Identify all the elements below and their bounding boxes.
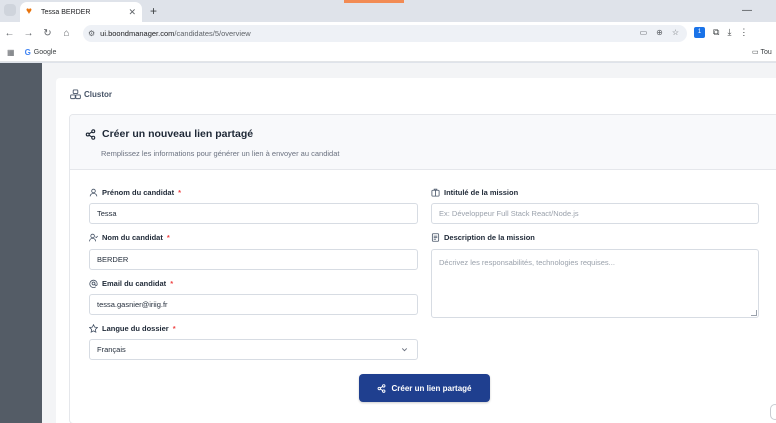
scrollbar-thumb[interactable] <box>770 404 776 420</box>
brand-logo[interactable]: Clustor <box>70 89 112 100</box>
puzzle-extensions-icon[interactable]: ⧉ <box>713 27 719 38</box>
lastname-label: Nom du candidat * <box>89 233 170 242</box>
email-label-text: Email du candidat <box>102 279 167 288</box>
extension-icons: 1 ⧉ ⤓ ⋮ <box>694 27 748 38</box>
site-favicon-icon: ♥ <box>26 6 32 17</box>
share-link-card: Créer un nouveau lien partagé Remplissez… <box>69 114 776 423</box>
mission-title-label-text: Intitulé de la mission <box>444 188 519 197</box>
site-info-icon[interactable]: ⚙ <box>88 29 95 38</box>
app-viewport: Clustor Créer un nouveau lien partagé Re… <box>0 63 776 423</box>
new-tab-button[interactable]: + <box>150 4 157 18</box>
forward-arrow-icon[interactable]: → <box>19 28 38 39</box>
folder-icon: ▭ <box>752 49 759 56</box>
star-bookmark-icon[interactable]: ☆ <box>672 28 679 37</box>
card-header: Créer un nouveau lien partagé Remplissez… <box>70 115 776 170</box>
tab-title: Tessa BERDER <box>41 8 91 16</box>
required-asterisk: * <box>172 324 176 333</box>
firstname-input[interactable]: Tessa <box>89 203 418 224</box>
mission-desc-placeholder: Décrivez les responsabilités, technologi… <box>439 258 615 267</box>
browser-toolbar: ← → ↻ ⌂ ⚙ ui.boondmanager.com/candidates… <box>0 22 776 44</box>
mission-title-label: Intitulé de la mission <box>431 188 518 197</box>
bookmark-folder[interactable]: ▭ Tou <box>752 48 772 56</box>
browser-tabstrip: ♥ Tessa BERDER ✕ + — <box>0 0 776 22</box>
address-bar[interactable]: ⚙ ui.boondmanager.com/candidates/5/overv… <box>83 25 687 42</box>
language-label-text: Langue du dossier <box>102 324 169 333</box>
chevron-down-icon <box>401 348 408 352</box>
bookmark-label: Google <box>33 49 57 56</box>
back-arrow-icon[interactable]: ← <box>0 28 19 39</box>
url-host: ui.boondmanager.com <box>100 29 175 38</box>
share-icon <box>85 128 96 140</box>
user-icon <box>89 188 98 197</box>
star-icon <box>89 324 98 333</box>
apps-grid-icon[interactable]: ▦ <box>7 48 15 57</box>
mission-desc-label-text: Description de la mission <box>444 233 535 242</box>
tab-close-icon[interactable]: ✕ <box>128 7 136 18</box>
language-label: Langue du dossier * <box>89 324 176 333</box>
left-sidebar <box>0 63 42 423</box>
at-sign-icon <box>89 279 98 288</box>
cast-icon[interactable]: ▭ <box>640 28 648 37</box>
omnibox-icons: ▭ ⊕ ☆ <box>640 28 679 37</box>
email-label: Email du candidat * <box>89 279 173 288</box>
url-text: ui.boondmanager.com/candidates/5/overvie… <box>100 29 251 38</box>
form-title-text: Créer un nouveau lien partagé <box>102 128 254 140</box>
bookmarks-bar: ▦ G Google ▭ Tou <box>0 44 776 62</box>
user-check-icon <box>89 233 98 242</box>
menu-dots-icon[interactable]: ⋮ <box>739 27 748 38</box>
google-icon: G <box>24 48 31 57</box>
mission-desc-textarea[interactable]: Décrivez les responsabilités, technologi… <box>431 249 759 318</box>
form-subtitle: Remplissez les informations pour générer… <box>101 149 340 158</box>
email-input[interactable]: tessa.gasnier@iriig.fr <box>89 294 418 315</box>
briefcase-icon <box>431 188 440 197</box>
brand-name: Clustor <box>84 90 112 99</box>
required-asterisk: * <box>178 188 182 197</box>
required-asterisk: * <box>166 233 170 242</box>
language-selected-value: Français <box>97 345 126 354</box>
extension-badge-icon[interactable]: 1 <box>694 27 705 38</box>
bookmark-folder-label: Tou <box>760 49 772 56</box>
page-panel: Clustor Créer un nouveau lien partagé Re… <box>56 78 776 423</box>
lastname-label-text: Nom du candidat <box>102 233 163 242</box>
url-path: /candidates/5/overview <box>174 29 251 38</box>
reload-icon[interactable]: ↻ <box>38 28 57 39</box>
resize-handle-icon[interactable] <box>751 310 757 316</box>
tab-group-indicator <box>344 0 404 3</box>
window-minimize-button[interactable]: — <box>742 5 752 16</box>
firstname-label: Prénom du candidat * <box>89 188 181 197</box>
browser-tab-active[interactable]: ♥ Tessa BERDER ✕ <box>20 2 142 22</box>
cluster-icon <box>70 89 81 100</box>
tab-search-button[interactable] <box>4 4 16 16</box>
zoom-icon[interactable]: ⊕ <box>656 28 663 37</box>
submit-label: Créer un lien partagé <box>391 383 472 393</box>
required-asterisk: * <box>170 279 174 288</box>
mission-title-input[interactable]: Ex: Développeur Full Stack React/Node.js <box>431 203 759 224</box>
home-icon[interactable]: ⌂ <box>57 28 76 39</box>
share-icon <box>378 383 386 393</box>
firstname-label-text: Prénom du candidat <box>102 188 175 197</box>
document-icon <box>431 233 440 242</box>
card-title: Créer un nouveau lien partagé <box>85 128 253 140</box>
lastname-input[interactable]: BERDER <box>89 249 418 270</box>
download-icon[interactable]: ⤓ <box>727 27 731 38</box>
bookmark-google[interactable]: G Google <box>25 48 57 57</box>
create-share-link-button[interactable]: Créer un lien partagé <box>359 374 490 402</box>
mission-desc-label: Description de la mission <box>431 233 535 242</box>
language-select[interactable]: Français <box>89 339 418 360</box>
